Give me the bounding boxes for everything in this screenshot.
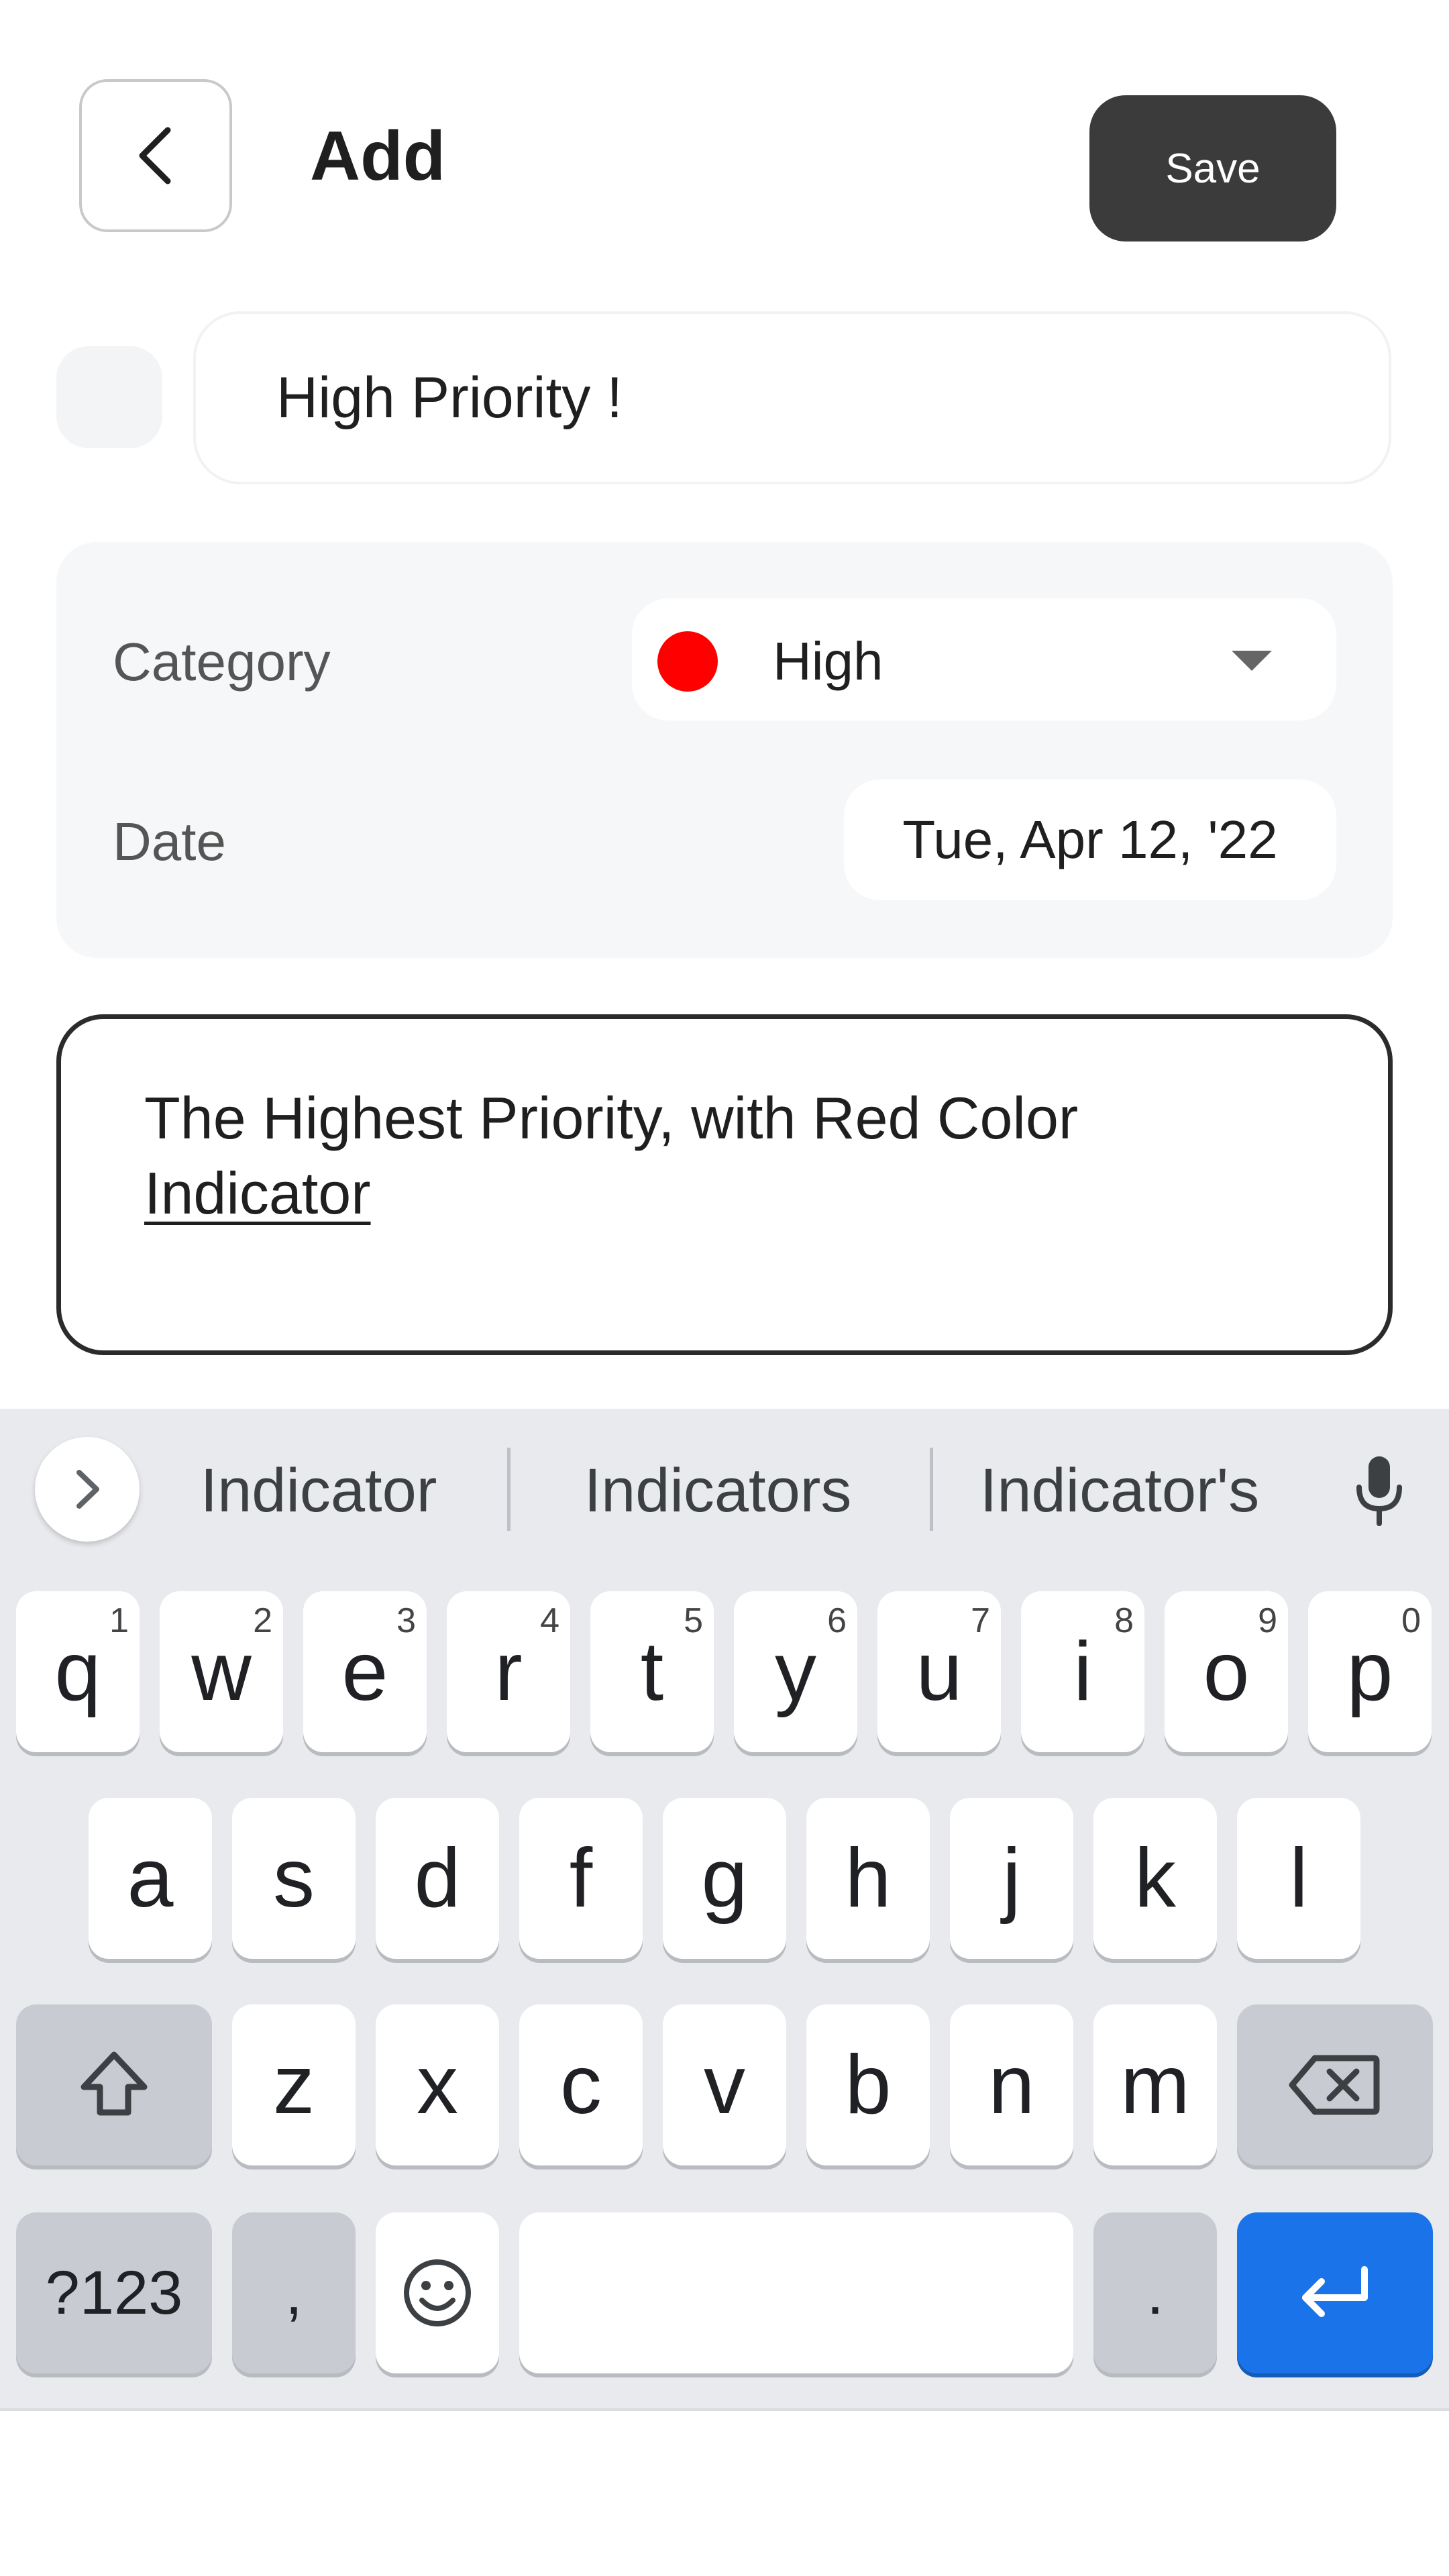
date-picker[interactable]: Tue, Apr 12, '22 xyxy=(844,780,1336,900)
description-text: The Highest Priority, with Red Color xyxy=(144,1085,1079,1151)
category-color-dot xyxy=(657,631,718,692)
key-label: t xyxy=(640,1625,664,1718)
description-input[interactable]: The Highest Priority, with Red Color Ind… xyxy=(56,1014,1393,1355)
shift-arrow-icon xyxy=(80,2051,148,2116)
key-label: p xyxy=(1346,1625,1393,1718)
key-hint: 1 xyxy=(109,1601,129,1640)
key-n[interactable]: n xyxy=(950,2004,1073,2165)
key-k[interactable]: k xyxy=(1093,1798,1217,1959)
key-label: q xyxy=(54,1625,101,1718)
key-hint: 8 xyxy=(1114,1601,1134,1640)
keyboard-bottom-divider xyxy=(0,2408,1449,2411)
category-label: Category xyxy=(113,632,331,692)
key-o[interactable]: o9 xyxy=(1165,1591,1288,1752)
enter-arrow-icon xyxy=(1302,2266,1368,2317)
space-bar[interactable] xyxy=(519,2212,1073,2373)
color-swatch[interactable] xyxy=(56,346,162,448)
key-v[interactable]: v xyxy=(663,2004,786,2165)
backspace-key[interactable] xyxy=(1237,2004,1433,2165)
key-label: u xyxy=(916,1625,963,1718)
suggestion-3[interactable]: Indicator's xyxy=(955,1450,1284,1531)
backspace-icon xyxy=(1289,2055,1380,2115)
key-h[interactable]: h xyxy=(806,1798,930,1959)
key-label: r xyxy=(494,1625,523,1718)
key-u[interactable]: u7 xyxy=(877,1591,1001,1752)
suggestion-divider xyxy=(930,1448,933,1531)
key-s[interactable]: s xyxy=(232,1798,356,1959)
key-g[interactable]: g xyxy=(663,1798,786,1959)
category-dropdown[interactable] xyxy=(632,598,1336,720)
suggestion-1[interactable]: Indicator xyxy=(168,1450,470,1531)
key-f[interactable]: f xyxy=(519,1798,643,1959)
key-y[interactable]: y6 xyxy=(734,1591,857,1752)
key-hint: 5 xyxy=(684,1601,703,1640)
toolbar-expand-button[interactable] xyxy=(35,1437,140,1542)
key-a[interactable]: a xyxy=(89,1798,212,1959)
key-r[interactable]: r4 xyxy=(447,1591,570,1752)
key-q[interactable]: q1 xyxy=(16,1591,140,1752)
save-button[interactable]: Save xyxy=(1089,95,1336,241)
key-label: i xyxy=(1073,1625,1092,1718)
composing-word: Indicator xyxy=(144,1160,371,1226)
key-hint: 0 xyxy=(1401,1601,1421,1640)
suggestion-2[interactable]: Indicators xyxy=(550,1450,885,1531)
key-hint: 6 xyxy=(827,1601,847,1640)
key-c[interactable]: c xyxy=(519,2004,643,2165)
chevron-left-icon xyxy=(139,127,171,184)
key-hint: 4 xyxy=(540,1601,559,1640)
back-button[interactable] xyxy=(79,79,232,232)
key-d[interactable]: d xyxy=(376,1798,499,1959)
key-z[interactable]: z xyxy=(232,2004,356,2165)
key-hint: 9 xyxy=(1258,1601,1277,1640)
dropdown-arrow-icon xyxy=(1232,651,1272,671)
key-w[interactable]: w2 xyxy=(160,1591,283,1752)
key-x[interactable]: x xyxy=(376,2004,499,2165)
chevron-right-icon xyxy=(76,1470,99,1509)
key-b[interactable]: b xyxy=(806,2004,930,2165)
category-value: High xyxy=(773,631,883,691)
comma-key[interactable]: , xyxy=(232,2212,356,2373)
key-label: e xyxy=(341,1625,388,1718)
key-hint: 7 xyxy=(971,1601,990,1640)
key-e[interactable]: e3 xyxy=(303,1591,427,1752)
emoji-icon xyxy=(404,2259,471,2326)
microphone-button[interactable] xyxy=(1339,1449,1419,1532)
key-label: w xyxy=(191,1625,252,1718)
title-input[interactable]: High Priority ! xyxy=(193,311,1391,484)
key-l[interactable]: l xyxy=(1237,1798,1360,1959)
enter-key[interactable] xyxy=(1237,2212,1433,2373)
key-p[interactable]: p0 xyxy=(1308,1591,1432,1752)
key-label: o xyxy=(1203,1625,1250,1718)
key-label: y xyxy=(775,1625,816,1718)
symbols-key[interactable]: ?123 xyxy=(16,2212,212,2373)
key-t[interactable]: t5 xyxy=(590,1591,714,1752)
key-hint: 3 xyxy=(396,1601,416,1640)
date-label: Date xyxy=(113,812,226,871)
shift-key[interactable] xyxy=(16,2004,212,2165)
key-j[interactable]: j xyxy=(950,1798,1073,1959)
key-i[interactable]: i8 xyxy=(1021,1591,1144,1752)
period-key[interactable]: . xyxy=(1093,2212,1217,2373)
page-title: Add xyxy=(310,117,446,195)
microphone-icon xyxy=(1356,1456,1402,1526)
emoji-key[interactable] xyxy=(376,2212,499,2373)
suggestion-divider xyxy=(507,1448,511,1531)
key-m[interactable]: m xyxy=(1093,2004,1217,2165)
key-hint: 2 xyxy=(253,1601,272,1640)
